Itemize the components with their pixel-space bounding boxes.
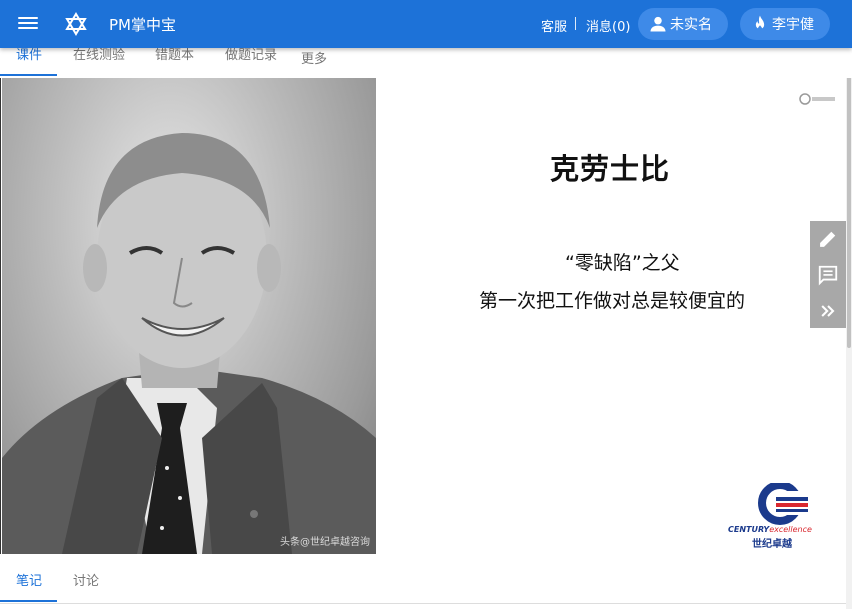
customer-service-link[interactable]: 客服 <box>541 16 567 35</box>
comment-icon[interactable] <box>810 257 846 293</box>
menu-icon[interactable] <box>16 14 40 34</box>
verification-button[interactable]: 未实名 <box>638 8 728 40</box>
user-button[interactable]: 李宇健 <box>740 8 830 40</box>
bottom-tabs: 笔记 讨论 <box>0 556 846 604</box>
verification-label: 未实名 <box>670 17 712 33</box>
portrait-photo: 头条@世纪卓越咨询 <box>2 78 376 554</box>
tab-indicator <box>0 74 57 76</box>
divider <box>575 17 576 30</box>
scroll-thumb[interactable] <box>847 48 851 348</box>
app-bar: PM掌中宝 客服 消息(0) 未实名 李宇健 <box>0 0 852 48</box>
century-small-logo <box>799 93 835 105</box>
courseware-slide: 头条@世纪卓越咨询 克劳士比 “零缺陷”之父 第一次把工作做对总是较便宜的 CE… <box>0 78 846 554</box>
pencil-icon[interactable] <box>810 221 846 257</box>
slide-subtitle-2: 第一次把工作做对总是较便宜的 <box>479 290 746 312</box>
flame-icon <box>755 15 765 31</box>
person-icon <box>650 16 666 32</box>
slide-subtitle-1: “零缺陷”之父 <box>565 252 680 274</box>
double-chevron-right-icon[interactable] <box>810 293 846 329</box>
slide-tool-strip <box>810 221 846 328</box>
slide-title: 克劳士比 <box>550 152 671 186</box>
bottom-tab-indicator <box>0 600 57 602</box>
century-excellence-logo: CENTURYexcellence 世纪卓越 <box>728 481 838 550</box>
photo-credit: 头条@世纪卓越咨询 <box>280 537 370 548</box>
tab-notes[interactable]: 笔记 <box>16 570 42 589</box>
star-of-david-icon[interactable] <box>64 12 88 36</box>
portrait-illustration <box>2 133 376 554</box>
page-scrollbar[interactable] <box>846 48 852 609</box>
tab-discussion[interactable]: 讨论 <box>73 570 99 589</box>
century-chinese-name: 世纪卓越 <box>752 539 792 550</box>
tab-more[interactable]: 更多 <box>301 48 327 67</box>
messages-link[interactable]: 消息(0) <box>586 16 630 35</box>
user-name: 李宇健 <box>772 17 814 33</box>
century-logo-mark <box>758 481 810 525</box>
century-wordmark: CENTURYexcellence <box>728 525 812 534</box>
app-title: PM掌中宝 <box>109 16 176 34</box>
